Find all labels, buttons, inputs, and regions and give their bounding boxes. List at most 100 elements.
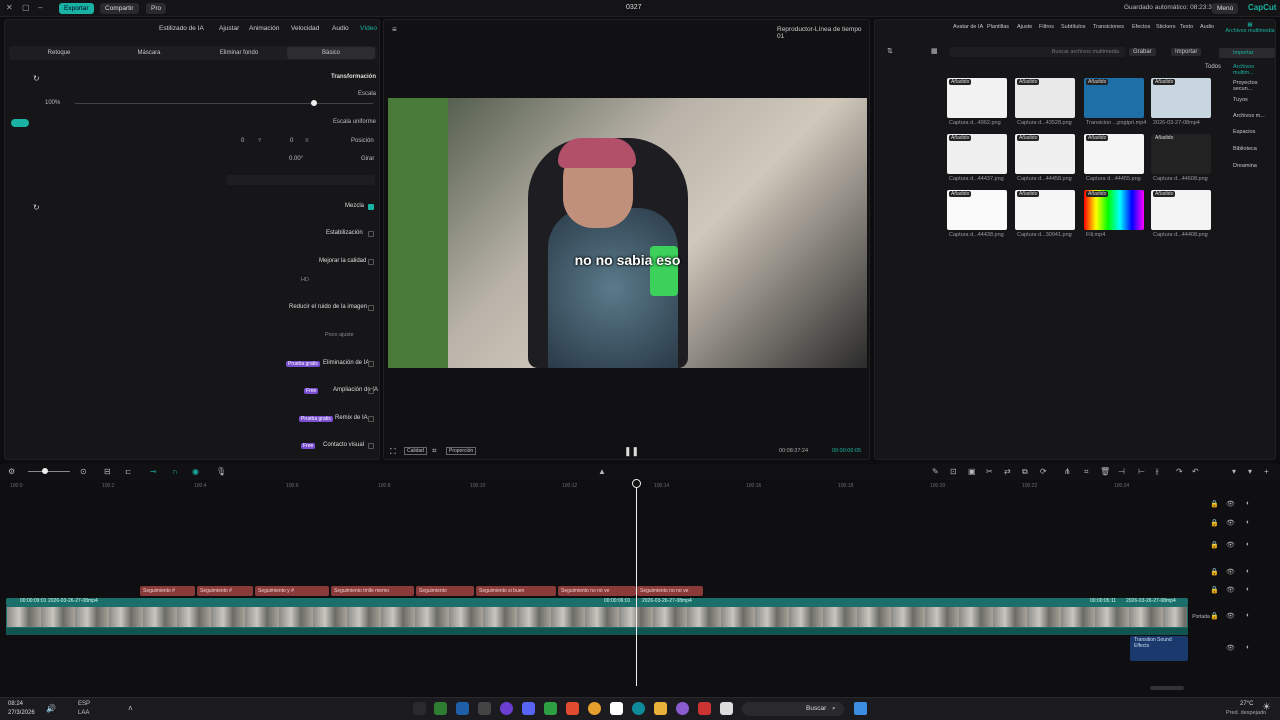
audio-clip[interactable]: Transition Sound Effects	[1130, 636, 1188, 661]
filter-label[interactable]: Todos	[1205, 64, 1221, 70]
taskbar-search[interactable]: Buscar ⌕	[742, 702, 844, 716]
split-clip-icon[interactable]: ⫲	[1156, 468, 1159, 476]
redo-icon[interactable]: ↷	[1176, 468, 1183, 476]
quality-checkbox[interactable]	[368, 259, 374, 265]
undo-icon[interactable]: ↶	[1192, 468, 1199, 476]
video-clip-header[interactable]: 00:00:09:01 2026-03-26-27-08mp4 00:00:06…	[6, 598, 1188, 606]
snap-icon[interactable]: ⊏	[125, 468, 132, 476]
sidebar-item-media[interactable]: Archivos multim...	[1219, 64, 1275, 76]
app-icon-notepad[interactable]	[610, 702, 623, 715]
tab-media[interactable]: ▦ Archivos multimedia	[1225, 22, 1275, 38]
visual-contact-checkbox[interactable]	[368, 443, 374, 449]
tab-video[interactable]: Vídeo	[360, 25, 377, 32]
playhead[interactable]	[636, 481, 637, 686]
pause-icon[interactable]: ❚❚	[624, 446, 639, 457]
minimize-icon[interactable]: –	[38, 3, 42, 12]
media-thumbnail[interactable]: Añadido	[1084, 190, 1144, 230]
maximize-icon[interactable]: ▢	[22, 3, 30, 12]
add-icon[interactable]: +	[1264, 468, 1269, 476]
split-left-icon[interactable]: ⊣	[1118, 468, 1125, 476]
media-thumbnail[interactable]: Añadido	[1015, 190, 1075, 230]
media-thumbnail[interactable]: Añadido	[1151, 134, 1211, 174]
taskbar-date[interactable]: 27/3/2026	[8, 710, 35, 716]
app-icon-obs[interactable]	[500, 702, 513, 715]
caption-clip[interactable]: Seguimiento no no ve	[558, 586, 636, 596]
import-button[interactable]: Importar	[1171, 48, 1202, 56]
pos-y-value[interactable]: 0	[241, 138, 244, 144]
zoom-slider[interactable]	[28, 471, 70, 472]
caption-clip[interactable]: Seguimiento y #	[255, 586, 329, 596]
mute-icon[interactable]: ◐	[1246, 519, 1250, 526]
close-icon[interactable]: ✕	[6, 3, 13, 12]
tab-ai-avatar[interactable]: Avatar de IA	[953, 24, 983, 30]
rotate-value[interactable]: 0.00°	[289, 156, 303, 162]
tab-subtitles[interactable]: Subtítulos	[1061, 24, 1085, 30]
zoom-slider-thumb[interactable]	[42, 468, 48, 474]
media-thumbnail[interactable]: Añadido	[1015, 134, 1075, 174]
sidebar-item-import[interactable]: Importar	[1219, 48, 1275, 58]
sort-icon[interactable]: ⇅	[887, 47, 893, 55]
tab-animation[interactable]: Animación	[249, 25, 279, 32]
ai-remix-checkbox[interactable]	[368, 416, 374, 422]
eye-icon[interactable]: 👁	[1226, 644, 1235, 652]
tab-templates[interactable]: Plantillas	[987, 24, 1009, 30]
cut-icon[interactable]: ✂	[986, 468, 993, 476]
tab-adjust-top[interactable]: Ajuste	[1017, 24, 1032, 30]
lock-icon[interactable]: 🔒	[1210, 519, 1219, 527]
mute-icon[interactable]: ◐	[1246, 586, 1250, 593]
mute-icon[interactable]: ◐	[1246, 612, 1250, 619]
chevron-up-icon[interactable]: ˄	[128, 704, 133, 713]
mute-icon[interactable]: ◐	[1246, 644, 1250, 651]
rotate-icon[interactable]: ⟳	[1040, 468, 1047, 476]
app-icon-xbox[interactable]	[434, 702, 447, 715]
project-title[interactable]: 0327	[626, 4, 642, 11]
scale-slider-thumb[interactable]	[311, 100, 317, 106]
blend-checkbox[interactable]	[368, 204, 374, 210]
scale-value[interactable]: 100%	[45, 100, 60, 106]
lock-icon[interactable]: 🔒	[1210, 586, 1219, 594]
app-icon-discord[interactable]	[522, 702, 535, 715]
app-icon-excel[interactable]	[544, 702, 557, 715]
ai-remove-checkbox[interactable]	[368, 361, 374, 367]
chevron-down-icon[interactable]: ▾	[1248, 468, 1252, 476]
lock-icon[interactable]: 🔒	[1210, 500, 1219, 508]
lang-label[interactable]: ESP	[78, 701, 90, 707]
sidebar-item-yours[interactable]: Tuyos	[1219, 97, 1248, 103]
speaker-icon[interactable]: 🔊	[46, 704, 56, 713]
tab-effects[interactable]: Efectos	[1132, 24, 1150, 30]
sidebar-item-projects[interactable]: Proyectos secun...	[1219, 80, 1275, 92]
split-right-icon[interactable]: ⊢	[1138, 468, 1145, 476]
eye-icon[interactable]: 👁	[1226, 568, 1235, 576]
stabilize-checkbox[interactable]	[368, 231, 374, 237]
mute-icon[interactable]: ◐	[1246, 568, 1250, 575]
grid-view-icon[interactable]: ▦	[931, 47, 938, 55]
caption-clip[interactable]: Seguimiento tmlle memo	[331, 586, 414, 596]
tab-filters[interactable]: Filtros	[1039, 24, 1054, 30]
crop-tool-icon[interactable]: ⊡	[950, 468, 957, 476]
delete-icon[interactable]: 🗑	[1100, 468, 1110, 476]
quality-button[interactable]: Calidad	[404, 447, 427, 455]
app-icon-browser[interactable]	[676, 702, 689, 715]
split-icon[interactable]: ⋔	[1064, 468, 1071, 476]
reverse-icon[interactable]: ⇄	[1004, 468, 1011, 476]
scale-slider-track[interactable]	[75, 103, 373, 104]
pro-button[interactable]: Pro	[146, 3, 167, 14]
app-icon-photos[interactable]	[456, 702, 469, 715]
tab-audio[interactable]: Audio	[332, 25, 349, 32]
mirror-icon[interactable]: ⧉	[1022, 468, 1028, 476]
tab-transitions[interactable]: Transiciones	[1093, 24, 1124, 30]
reduce-noise-checkbox[interactable]	[368, 305, 374, 311]
media-thumbnail[interactable]: Añadido	[1015, 78, 1075, 118]
lock-icon[interactable]: 🔒	[1210, 568, 1219, 576]
eye-icon[interactable]: 👁	[1226, 612, 1235, 620]
media-search-input[interactable]: Buscar archivos multimedia	[949, 47, 1125, 57]
mute-icon[interactable]: ◐	[1246, 541, 1250, 548]
playhead-handle[interactable]	[632, 479, 641, 488]
caption-clip[interactable]: Seguimiento #	[140, 586, 195, 596]
crop-icon[interactable]: ⌗	[432, 446, 437, 456]
eye-icon[interactable]: 👁	[1226, 519, 1235, 527]
subtitle-text[interactable]: no no sabia eso	[388, 252, 867, 268]
caption-clip[interactable]: Seguimiento no no ve	[637, 586, 703, 596]
video-preview[interactable]: no no sabia eso	[388, 98, 867, 368]
preview-icon[interactable]: ◉	[192, 468, 199, 476]
